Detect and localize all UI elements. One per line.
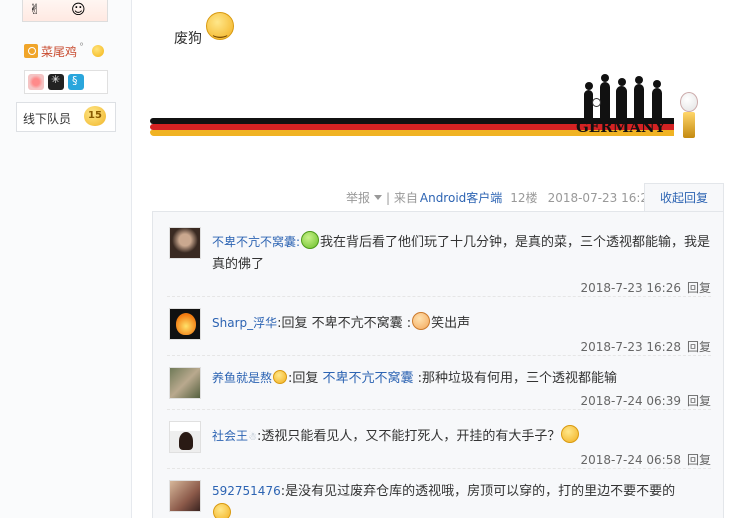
cartoon-face-icon: ☺ <box>71 2 86 18</box>
ball-icon <box>592 98 601 107</box>
post-time: 2018-07-23 16:24 <box>547 190 656 205</box>
avatar[interactable] <box>169 421 201 453</box>
reply-text: 笑出声 <box>431 316 471 331</box>
user-tag-name[interactable]: 菜尾鸡 <box>41 43 77 60</box>
germany-signature-banner: GERMANY <box>150 70 700 142</box>
reply-list: 不卑不亢不窝囊: 我在背后看了他们玩了十几分钟，是真的菜，三个透视都能输，我是真的… <box>152 211 724 518</box>
report-link[interactable]: 举报 <box>346 189 370 206</box>
post-meta: 举报 | 来自 Android客户端 12楼 2018-07-23 16:24 <box>346 189 656 206</box>
snowman-icon: ☃ <box>248 432 257 443</box>
reply-button[interactable]: 回复 <box>687 453 711 467</box>
badge-icon-blue[interactable] <box>68 74 84 90</box>
tag-icon <box>24 44 38 58</box>
avatar[interactable] <box>169 308 201 340</box>
reply-time: 2018-7-23 16:28 <box>580 340 681 354</box>
mention-link[interactable]: 不卑不亢不窝囊 <box>323 371 414 386</box>
reply-prefix: :回复 不卑不亢不窝囊 : <box>277 316 412 331</box>
reply-button[interactable]: 回复 <box>687 340 711 354</box>
post-content: 废狗 <box>174 31 202 47</box>
reply-prefix: :回复 <box>288 371 323 386</box>
smile-icon <box>213 503 231 518</box>
reply-username[interactable]: 592751476 <box>212 484 281 498</box>
reply-text: :透视只能看见人，又不能打死人，开挂的有大手子？ <box>256 429 561 444</box>
green-face-icon <box>301 231 320 249</box>
reply-username[interactable]: 养鱼就是熬 <box>212 371 272 385</box>
team-level-box[interactable]: 线下队员 15 <box>16 102 116 132</box>
reply-text: :是没有见过废弃仓库的透视哦，房顶可以穿的，打的里边不要不要的 <box>280 484 676 499</box>
floor-number: 12楼 <box>510 191 538 205</box>
smile-icon <box>206 12 234 40</box>
avatar[interactable] <box>169 227 201 259</box>
reply-button[interactable]: 回复 <box>687 281 711 295</box>
cartoon-icon: ✌ <box>29 2 41 18</box>
user-tag[interactable]: 菜尾鸡 ° <box>24 41 105 60</box>
reply-text: :那种垃圾有何用，三个透视都能输 <box>413 371 618 386</box>
chevron-down-icon[interactable] <box>374 195 383 200</box>
user-sidebar: ✌ ☺ 菜尾鸡 ° 线下队员 15 <box>0 0 132 518</box>
avatar[interactable] <box>169 480 201 512</box>
avatar[interactable] <box>169 367 201 399</box>
smile-icon <box>92 45 105 57</box>
collapse-replies-button[interactable]: 收起回复 <box>644 183 724 212</box>
user-icon-set <box>24 70 108 94</box>
reply-time: 2018-7-23 16:26 <box>580 281 681 295</box>
player-silhouettes-icon <box>582 74 672 120</box>
level-badge: 15 <box>84 106 106 126</box>
trophy-icon <box>678 92 700 140</box>
grin-icon <box>273 370 288 384</box>
user-tag-degree: ° <box>79 41 85 53</box>
post-main: 废狗 GERMANY 举报 | 来自 Android <box>132 0 738 518</box>
smile-icon <box>561 425 580 443</box>
badge-icon-dark[interactable] <box>48 73 64 90</box>
reply-time: 2018-7-24 06:58 <box>580 453 681 467</box>
laugh-face-icon <box>412 312 431 330</box>
badge-icon-pink[interactable] <box>28 74 44 90</box>
reply-time: 2018-7-24 06:39 <box>580 394 681 408</box>
reply-button[interactable]: 回复 <box>687 394 711 408</box>
client-link[interactable]: Android客户端 <box>420 189 502 206</box>
team-label: 线下队员 <box>23 112 72 126</box>
banner-title: GERMANY <box>576 118 666 136</box>
user-badge-image: ✌ ☺ <box>22 0 108 22</box>
reply-username[interactable]: 社会王 <box>212 429 248 443</box>
page: ✌ ☺ 菜尾鸡 ° 线下队员 15 废狗 <box>0 0 738 518</box>
reply-username[interactable]: Sharp_浮华 <box>212 316 277 330</box>
reply-username[interactable]: 不卑不亢不窝囊: <box>212 235 300 249</box>
